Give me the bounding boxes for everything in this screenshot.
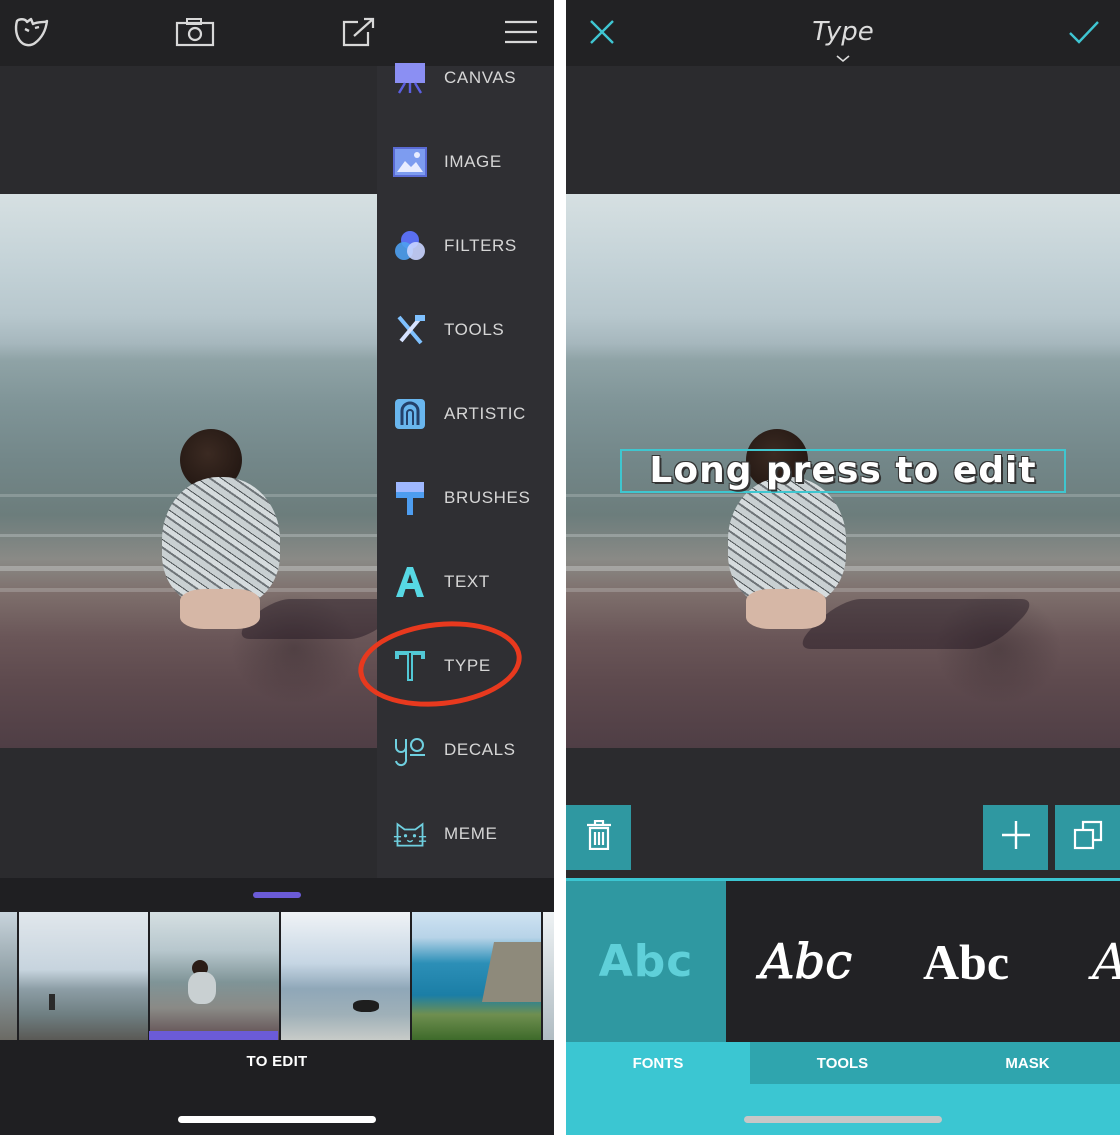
edited-photo xyxy=(0,194,377,748)
chevron-down-icon[interactable] xyxy=(836,50,850,68)
type-editor-header: Type xyxy=(566,0,1120,66)
tools-icon xyxy=(393,313,427,347)
tab-bar: FONTS TOOLS MASK xyxy=(566,1042,1120,1084)
menu-item-image[interactable]: IMAGE xyxy=(377,120,554,204)
menu-item-label: BRUSHES xyxy=(444,488,531,507)
menu-item-meme[interactable]: MEME xyxy=(377,792,554,876)
menu-item-canvas[interactable]: CANVAS xyxy=(377,36,554,120)
menu-item-tools[interactable]: TOOLS xyxy=(377,288,554,372)
decals-icon xyxy=(393,733,427,767)
font-picker: Abc Abc Abc A xyxy=(566,878,1120,1042)
left-screen: CANVAS IMAGE FILTERS TOOLS ARTISTIC BRUS… xyxy=(0,0,554,1135)
filters-icon xyxy=(393,229,427,263)
delete-button[interactable] xyxy=(566,805,631,870)
menu-item-label: TOOLS xyxy=(444,320,505,339)
tools-menu-panel: CANVAS IMAGE FILTERS TOOLS ARTISTIC BRUS… xyxy=(377,63,554,878)
tab-fonts[interactable]: FONTS xyxy=(566,1042,750,1084)
menu-item-label: ARTISTIC xyxy=(444,404,526,423)
to-edit-label: TO EDIT xyxy=(246,1053,308,1070)
font-option-selected[interactable]: Abc xyxy=(566,881,726,1042)
photo-thumbnail[interactable] xyxy=(412,912,541,1040)
photo-thumbnail[interactable] xyxy=(281,912,410,1040)
right-screen: Type Long press to edit Abc Abc Abc FONT… xyxy=(566,0,1120,1135)
confirm-check-icon[interactable] xyxy=(1064,14,1104,50)
trash-icon xyxy=(586,819,612,855)
menu-item-label: FILTERS xyxy=(444,236,517,255)
canvas-icon xyxy=(393,61,427,95)
app-logo-icon[interactable] xyxy=(12,14,52,50)
font-sample: Abc xyxy=(759,933,853,990)
image-icon xyxy=(393,145,427,179)
menu-item-artistic[interactable]: ARTISTIC xyxy=(377,372,554,456)
share-icon[interactable] xyxy=(338,14,378,50)
font-option[interactable]: A xyxy=(1046,881,1120,1042)
duplicate-icon xyxy=(1073,820,1103,855)
camera-icon[interactable] xyxy=(175,14,215,50)
home-indicator xyxy=(744,1116,942,1123)
font-option[interactable]: Abc xyxy=(886,881,1046,1042)
brushes-icon xyxy=(393,481,427,515)
menu-item-label: DECALS xyxy=(444,740,516,759)
plus-icon xyxy=(1001,820,1031,855)
drag-handle[interactable] xyxy=(253,892,301,898)
screen-divider xyxy=(554,0,566,1135)
menu-item-text[interactable]: TEXT xyxy=(377,540,554,624)
photo-thumbnail-selected[interactable] xyxy=(150,912,279,1040)
photo-thumbnail[interactable] xyxy=(543,912,554,1040)
menu-item-filters[interactable]: FILTERS xyxy=(377,204,554,288)
photo-thumbnail[interactable] xyxy=(0,912,17,1040)
meme-icon xyxy=(393,817,427,851)
font-sample: Abc xyxy=(598,936,694,987)
photo-strip[interactable] xyxy=(0,912,554,1040)
font-option[interactable]: Abc xyxy=(726,881,886,1042)
menu-item-label: CANVAS xyxy=(444,68,517,87)
duplicate-button[interactable] xyxy=(1055,805,1120,870)
menu-item-label: TEXT xyxy=(444,572,490,591)
add-text-button[interactable] xyxy=(983,805,1048,870)
text-icon xyxy=(393,565,427,599)
text-overlay-box[interactable]: Long press to edit xyxy=(620,449,1066,493)
text-overlay[interactable]: Long press to edit xyxy=(622,451,1064,491)
artistic-icon xyxy=(393,397,427,431)
menu-item-decals[interactable]: DECALS xyxy=(377,708,554,792)
page-title: Type xyxy=(812,17,874,47)
selected-photo-indicator xyxy=(149,1031,278,1040)
tab-tools[interactable]: TOOLS xyxy=(750,1042,935,1084)
menu-item-brushes[interactable]: BRUSHES xyxy=(377,456,554,540)
font-sample: A xyxy=(1092,933,1120,991)
home-indicator xyxy=(178,1116,376,1123)
photo-thumbnail[interactable] xyxy=(19,912,148,1040)
menu-item-label: IMAGE xyxy=(444,152,502,171)
font-sample: Abc xyxy=(922,933,1010,990)
tab-mask[interactable]: MASK xyxy=(935,1042,1120,1084)
menu-item-label: MEME xyxy=(444,824,498,843)
bottom-bar xyxy=(566,1084,1120,1135)
